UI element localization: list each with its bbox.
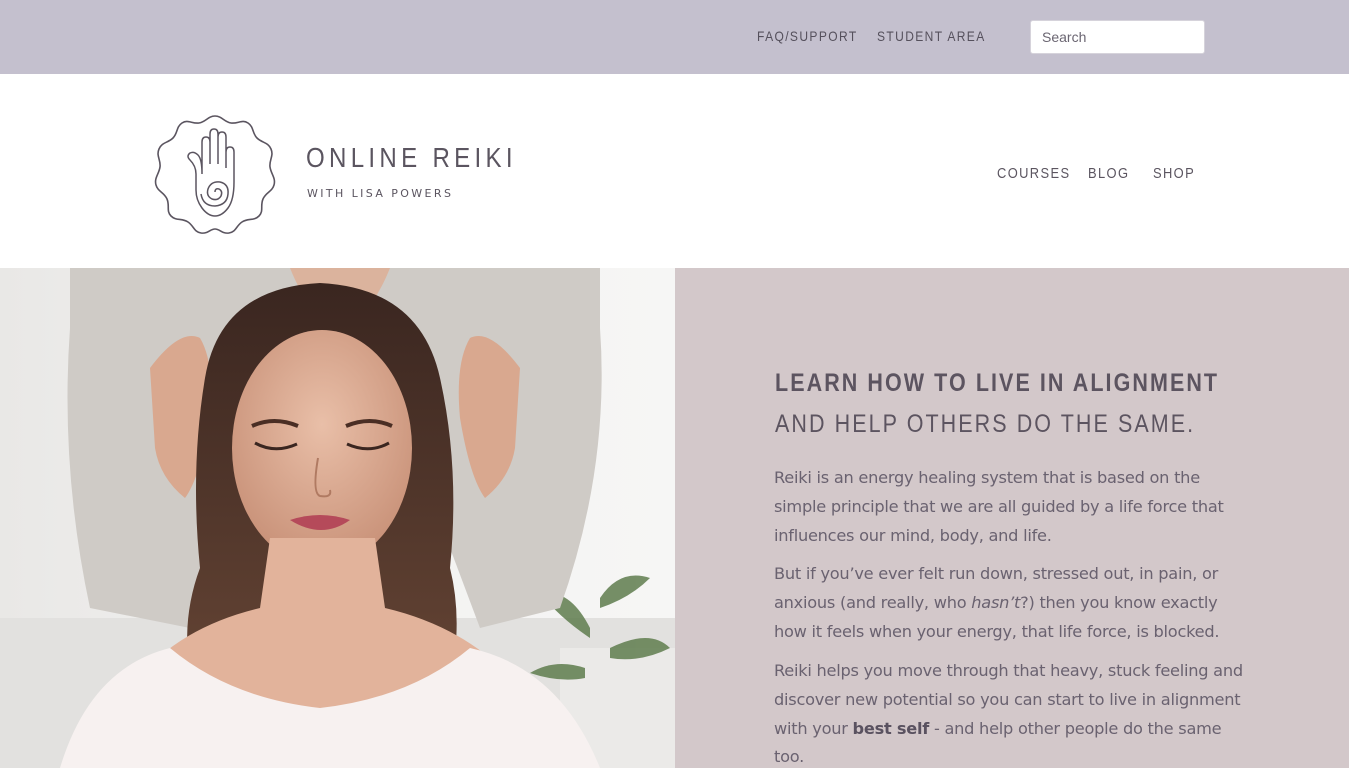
- hamsa-hand-spiral-icon: [154, 115, 276, 234]
- hero-paragraph-3: Reiki helps you move through that heavy,…: [774, 657, 1254, 768]
- brand-title: ONLINE REIKI: [306, 142, 517, 173]
- hero-heading-line2: AND HELP OTHERS DO THE SAME.: [775, 410, 1196, 438]
- hero-paragraph-2: But if you’ve ever felt run down, stress…: [774, 560, 1254, 646]
- faq-support-link[interactable]: FAQ/SUPPORT: [757, 28, 858, 44]
- hero-text-panel: LEARN HOW TO LIVE IN ALIGNMENT AND HELP …: [675, 268, 1349, 768]
- hero-photo: [0, 268, 675, 768]
- hero-heading-line1: LEARN HOW TO LIVE IN ALIGNMENT: [775, 369, 1220, 397]
- hero-paragraph-1: Reiki is an energy healing system that i…: [774, 468, 1224, 545]
- student-area-link[interactable]: STUDENT AREA: [877, 28, 986, 44]
- brand-subtitle: WITH LISA POWERS: [307, 187, 454, 200]
- paragraph-2-emphasis: hasn’t: [971, 592, 1021, 612]
- nav-courses[interactable]: COURSES: [997, 165, 1070, 182]
- top-utility-bar: FAQ/SUPPORT STUDENT AREA: [0, 0, 1349, 74]
- site-header: ONLINE REIKI WITH LISA POWERS COURSES BL…: [0, 74, 1349, 268]
- nav-shop[interactable]: SHOP: [1153, 165, 1195, 182]
- reiki-session-photo: [0, 268, 675, 768]
- search-input[interactable]: [1030, 20, 1205, 54]
- nav-blog[interactable]: BLOG: [1088, 165, 1129, 182]
- paragraph-3-strong: best self: [852, 718, 930, 738]
